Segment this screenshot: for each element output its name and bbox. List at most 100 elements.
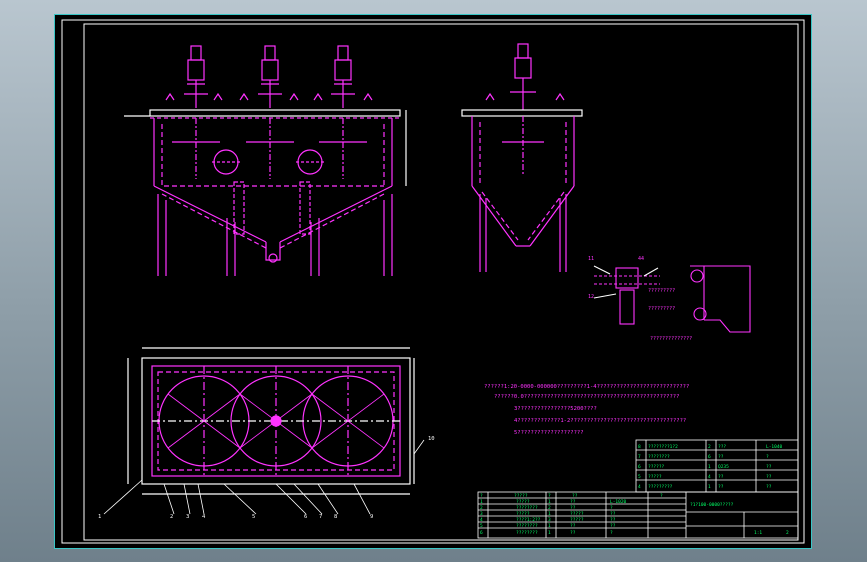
drawing-text: ?? — [570, 523, 576, 529]
drawing-stroke — [594, 275, 660, 285]
drawing-stroke — [265, 242, 281, 261]
sheet-number: 2 — [786, 530, 789, 536]
agitator-drive-1 — [184, 45, 208, 108]
drawing-stroke — [461, 109, 583, 117]
drawing-text: 5 — [638, 474, 641, 480]
drawing-text: 2 — [480, 505, 483, 511]
drawing-stroke — [334, 59, 352, 81]
drawing-number: ?1?100-0000????? — [690, 502, 734, 508]
plan-view — [103, 347, 425, 515]
drawing-stroke — [383, 194, 393, 276]
drawing-text: ???????? — [516, 530, 538, 536]
balloon-10: 10 — [428, 436, 435, 442]
drawing-text: 1 — [548, 523, 551, 529]
note-3: 3????????????????5200???? — [514, 406, 597, 412]
drawing-text: L-1020 — [610, 499, 627, 505]
drawing-text: ? — [610, 530, 613, 536]
drawing-stroke — [190, 45, 202, 61]
drawing-text: 1 — [548, 511, 551, 517]
drawing-stroke — [165, 92, 373, 101]
detail-a — [593, 265, 660, 325]
drawing-text: L-1040 — [766, 444, 783, 450]
note-2: ??????0.0???????????????????????????????… — [494, 394, 679, 400]
technical-notes: ??????1:20-0000-000000?????????1-4??????… — [484, 384, 689, 436]
balloon-7: 7 — [319, 514, 322, 520]
drawing-text: 4 — [480, 517, 483, 523]
drawing-text: 3 — [480, 511, 483, 517]
drawing-stroke — [690, 269, 704, 283]
drawing-sheet: ??????1:20-0000-000000?????????1-4??????… — [54, 14, 812, 549]
drawing-text: 8 — [638, 444, 641, 450]
balloon-6: 6 — [304, 514, 307, 520]
drawing-text: ? — [766, 454, 769, 460]
detail-callout-12: 12 — [588, 294, 594, 300]
drawing-text: ????? — [516, 511, 530, 517]
drawing-text: 2 — [548, 505, 551, 511]
drawing-text: ?? — [766, 484, 772, 490]
drawing-stroke — [270, 415, 282, 427]
drawing-text: 5 — [480, 523, 483, 529]
cad-drawing: ??????1:20-0000-000000?????????1-4??????… — [54, 14, 812, 549]
drawing-stroke — [264, 45, 276, 61]
drawing-text: ?? — [572, 493, 578, 499]
drawing-stroke — [187, 59, 205, 81]
drawing-stroke — [517, 43, 529, 59]
drawing-stroke — [690, 265, 751, 333]
drawing-text: ????? — [570, 517, 584, 523]
drawing-text: Q235 — [718, 464, 729, 470]
drawing-text: ?? — [718, 474, 724, 480]
drawing-text: 6 — [708, 454, 711, 460]
drawing-stroke — [619, 289, 635, 325]
balloon-8: 8 — [334, 514, 337, 520]
balloon-2: 2 — [170, 514, 173, 520]
drawing-text: ?? — [570, 499, 576, 505]
drawing-stroke — [103, 479, 371, 515]
agitator-drive-3 — [331, 45, 355, 108]
note-5: 5???????????????????? — [514, 430, 584, 436]
drawing-stroke — [153, 185, 393, 243]
drawing-text: 2 — [708, 444, 711, 450]
drawing-stroke — [299, 181, 311, 235]
drawing-text: ??? — [718, 444, 726, 450]
drawing-stroke — [479, 194, 487, 272]
note-4: 4?????????????1-2???????????????????????… — [514, 418, 686, 424]
drawing-text: ? — [660, 493, 663, 499]
drawing-text: 1 — [480, 499, 483, 505]
drawing-text: ?? — [766, 474, 772, 480]
drawing-text: ?? — [610, 511, 616, 517]
drawing-text: 1 — [708, 464, 711, 470]
drawing-text: ????? — [514, 493, 528, 499]
drawing-stroke — [413, 439, 425, 455]
drawing-text: ?? — [570, 505, 576, 511]
drawing-stroke — [593, 293, 617, 299]
drawing-stroke — [615, 267, 639, 289]
drawing-text: 3 — [548, 517, 551, 523]
drawing-text: ?? — [718, 484, 724, 490]
drawing-text: 1 — [548, 530, 551, 536]
drawing-text: 6 — [638, 464, 641, 470]
drawing-text: ????? — [648, 474, 662, 480]
drawing-text: ????????1?2 — [648, 444, 678, 450]
drawing-stroke — [161, 193, 385, 249]
drawing-text: ????? — [516, 499, 530, 505]
drawing-text: 1 — [548, 499, 551, 505]
detail-b — [690, 265, 751, 333]
drawing-scale: 1:1 — [754, 530, 762, 536]
title-block-text: ? ????? ? ?? ? 1 ????? 1 ?? L-1020 2 ???… — [480, 493, 789, 536]
detail-caption: ?????????????? — [650, 336, 692, 342]
drawing-text: ?? — [610, 523, 616, 529]
drawing-text: ?? — [570, 530, 576, 536]
drawing-text: 7 — [638, 454, 641, 460]
drawing-text: 6 — [480, 530, 483, 536]
drawing-text: 1 — [708, 484, 711, 490]
drawing-text: ?? — [718, 454, 724, 460]
drawing-text: ? — [610, 505, 613, 511]
agitator-drive-2 — [258, 45, 282, 108]
parts-list-upper-text: 8 ????????1?2 2 ??? L-1040 7 ???????? 6 … — [638, 444, 783, 490]
drawing-stroke — [514, 57, 532, 79]
drawing-text: ????1:2?? — [516, 517, 541, 523]
drawing-text: ?????? — [648, 464, 665, 470]
drawing-stroke — [559, 194, 567, 272]
drawing-text: ? — [480, 493, 483, 499]
balloon-5: 5 — [252, 514, 255, 520]
